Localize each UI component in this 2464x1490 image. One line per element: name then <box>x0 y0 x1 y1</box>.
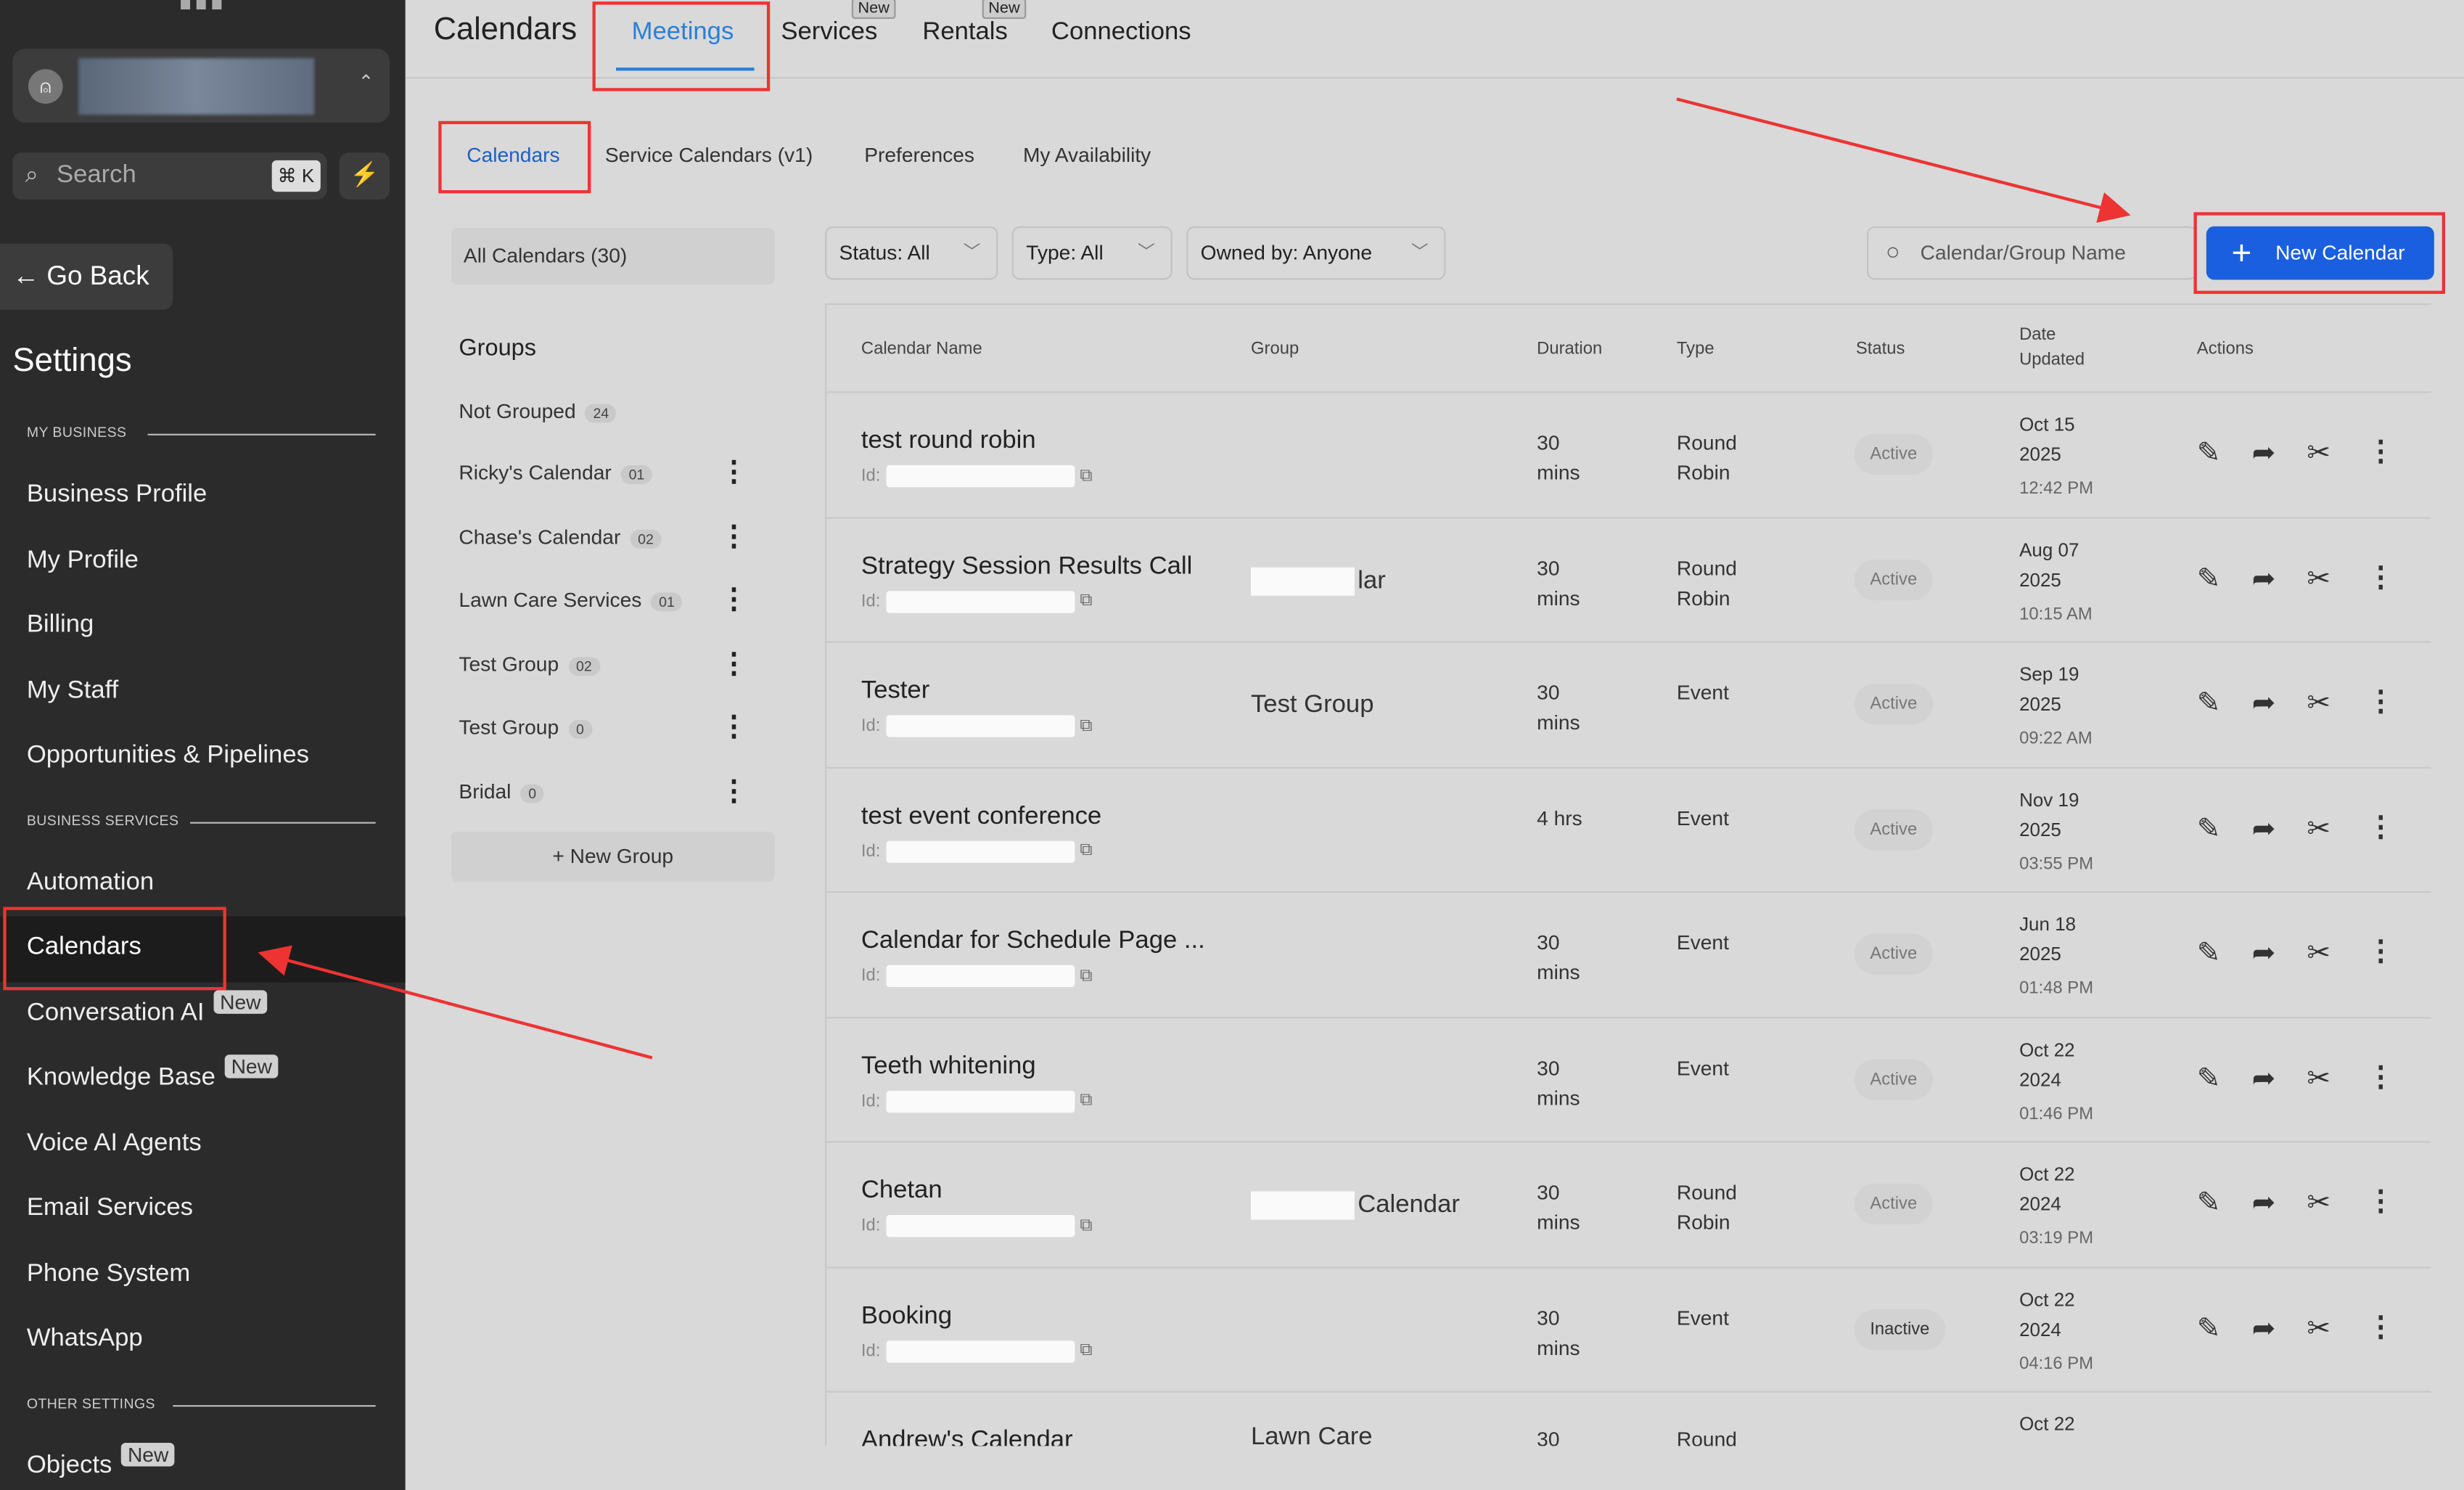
annotation-arrows <box>258 97 2131 1060</box>
annotation-arrow-sidebar-calendars <box>258 945 653 1060</box>
app-root: ⍝ ⌃ ⌕ Search ⌘ K ⚡ ← Go Back Settings MY… <box>0 0 2464 1490</box>
annotation-arrow-new-calendar <box>1676 97 2131 223</box>
